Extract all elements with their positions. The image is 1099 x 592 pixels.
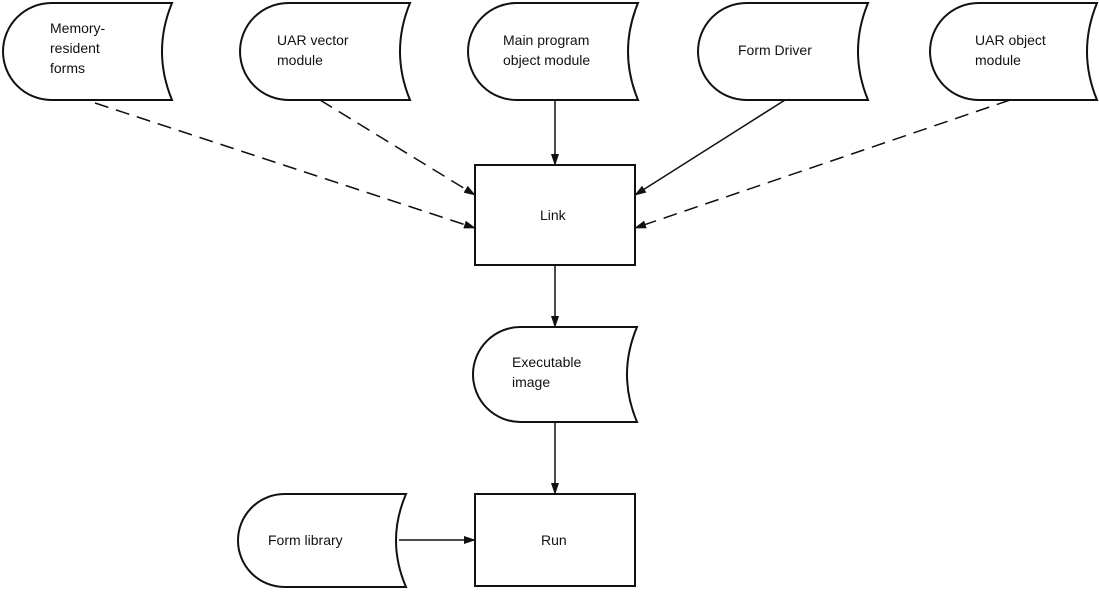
- edge-form-driver-to-link: [634, 99, 786, 196]
- node-uar-object-module-label: UAR object module: [975, 32, 1046, 68]
- node-executable-image-label: Executable image: [512, 354, 582, 390]
- node-main-program-object-module-label: Main program object module: [503, 32, 591, 68]
- diagram: Memory- resident forms UAR vector module…: [0, 0, 1099, 592]
- node-link-label: Link: [540, 207, 566, 223]
- node-form-driver-label: Form Driver: [738, 42, 812, 58]
- edge-memory-resident-forms-to-link: [94, 102, 476, 229]
- node-run-label: Run: [541, 532, 567, 548]
- node-memory-resident-forms-label: Memory- resident forms: [50, 20, 106, 76]
- edge-uar-object-module-to-link: [634, 99, 1011, 229]
- node-form-library-label: Form library: [268, 532, 343, 548]
- node-uar-vector-module-label: UAR vector module: [277, 32, 349, 68]
- edge-uar-vector-module-to-link: [319, 99, 476, 196]
- diagram-canvas: [2, 1, 1099, 588]
